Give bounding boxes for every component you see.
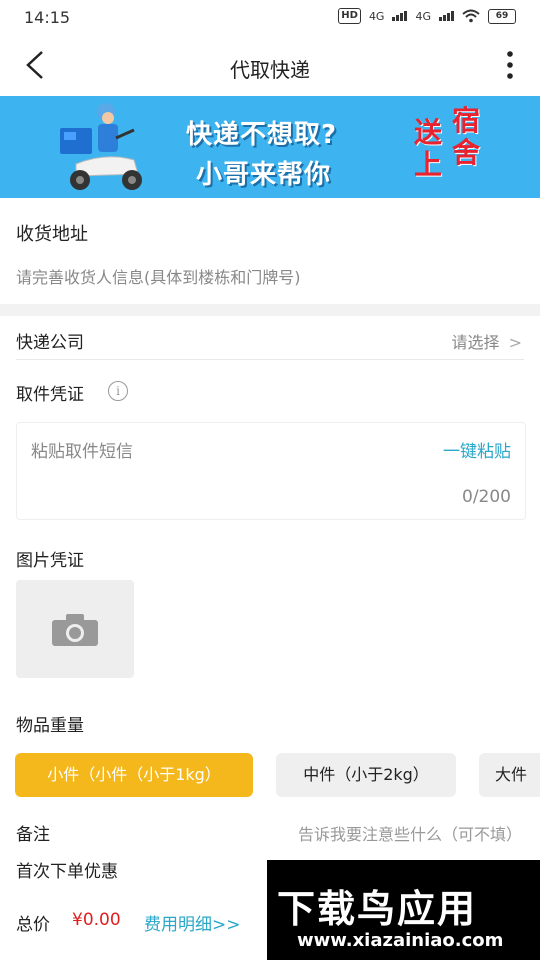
info-icon[interactable]: i <box>108 381 128 401</box>
total-label: 总价 <box>16 915 50 935</box>
banner-line-2: 小哥来帮你 <box>196 160 332 190</box>
watermark: 下载鸟应用 www.xiazainiao.com <box>267 860 540 960</box>
paste-button[interactable]: 一键粘贴 <box>443 437 511 462</box>
remark-label: 备注 <box>16 825 50 845</box>
watermark-url: www.xiazainiao.com <box>297 930 504 951</box>
chevron-right-icon: > <box>508 333 522 352</box>
camera-icon <box>52 614 98 646</box>
wifi-icon <box>462 9 480 23</box>
signal-icon <box>392 11 408 21</box>
weight-option-small[interactable]: 小件（小件（小于1kg） <box>15 753 253 797</box>
status-time: 14:15 <box>24 8 71 27</box>
address-hint[interactable]: 请完善收货人信息(具体到楼栋和门牌号) <box>16 264 301 288</box>
banner-red-2: 送 <box>414 116 443 149</box>
weight-label: 物品重量 <box>16 716 84 736</box>
status-icons: HD 4G 4G 69 <box>338 8 516 24</box>
address-label: 收货地址 <box>16 224 88 245</box>
courier-label: 快递公司 <box>16 333 84 353</box>
courier-scooter-illustration <box>60 103 142 190</box>
weight-option-medium[interactable]: 中件（小于2kg） <box>276 753 456 797</box>
courier-select[interactable]: 请选择 > <box>451 329 522 353</box>
nav-bar: 代取快递 <box>0 34 540 96</box>
battery-icon: 69 <box>488 8 516 24</box>
row-divider <box>16 359 524 360</box>
status-bar: 14:15 HD 4G 4G 69 <box>0 0 540 34</box>
total-price: ¥0.00 <box>72 910 121 930</box>
banner-red-1: 宿 <box>452 104 481 137</box>
promo-banner[interactable]: 快递不想取? 小哥来帮你 宿 送 舍 上 <box>0 96 540 198</box>
more-icon[interactable] <box>506 50 514 80</box>
remark-input[interactable]: 告诉我要注意些什么（可不填） <box>298 821 522 845</box>
banner-red-3: 舍 <box>452 136 481 169</box>
signal-icon-2 <box>439 11 454 21</box>
page-title: 代取快递 <box>230 58 310 82</box>
discount-label: 首次下单优惠 <box>16 862 118 882</box>
net-label-1: 4G <box>368 9 385 23</box>
courier-value: 请选择 <box>451 333 500 352</box>
banner-red-4: 上 <box>414 148 443 181</box>
image-voucher-label: 图片凭证 <box>16 551 84 571</box>
net-label-2: 4G <box>415 9 431 23</box>
watermark-text: 下载鸟应用 <box>277 887 478 931</box>
photo-upload-button[interactable] <box>16 580 134 678</box>
sms-placeholder: 粘贴取件短信 <box>31 442 133 462</box>
banner-line-1: 快递不想取? <box>186 120 338 150</box>
fee-detail-link[interactable]: 费用明细>> <box>144 910 241 935</box>
sms-textarea[interactable]: 粘贴取件短信 一键粘贴 0/200 <box>16 422 526 520</box>
section-divider <box>0 304 540 316</box>
voucher-label: 取件凭证 <box>16 385 84 405</box>
char-count: 0/200 <box>462 487 511 507</box>
weight-option-large[interactable]: 大件 <box>479 753 540 797</box>
hd-icon: HD <box>338 8 361 24</box>
